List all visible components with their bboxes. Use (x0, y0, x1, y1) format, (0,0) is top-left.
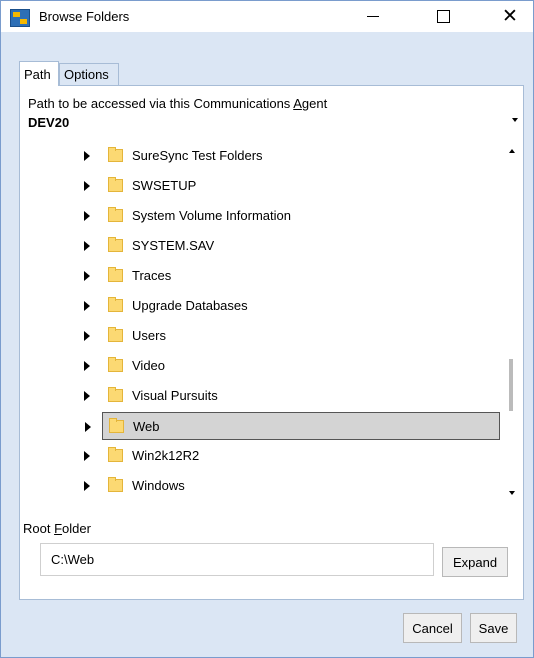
expand-arrow-icon[interactable] (85, 422, 91, 432)
path-label-text: Path to be accessed via this Communicati… (28, 96, 294, 111)
tree-row[interactable]: Web (85, 412, 500, 440)
root-folder-label-text-end: older (62, 521, 91, 536)
expand-arrow-icon[interactable] (84, 211, 90, 221)
path-label-text-end: gent (301, 96, 328, 111)
tree-row-label: SYSTEM.SAV (132, 238, 215, 253)
expand-button[interactable]: Expand (442, 547, 508, 577)
tree-row-label: System Volume Information (132, 208, 291, 223)
tree-row-label: Visual Pursuits (132, 388, 218, 403)
folder-icon (108, 327, 123, 342)
tree-row[interactable]: SureSync Test Folders (84, 142, 500, 170)
save-button[interactable]: Save (470, 613, 517, 643)
expand-arrow-icon[interactable] (84, 481, 90, 491)
folder-icon (108, 387, 123, 402)
minimize-icon (367, 16, 379, 17)
tree-row-label: Video (132, 358, 166, 373)
expand-arrow-icon[interactable] (84, 151, 90, 161)
folder-icon (108, 447, 123, 462)
close-button[interactable]: ✕ (487, 1, 533, 32)
tree-row[interactable]: Video (84, 352, 500, 380)
folder-icon (108, 267, 123, 282)
root-folder-value: C:\Web (51, 552, 95, 567)
folder-tree[interactable]: SureSync Test Folders SWSETUP System Volum… (24, 138, 521, 508)
tree-row[interactable]: Windows (84, 472, 500, 500)
tree-row[interactable]: Win2k12R2 (84, 442, 500, 470)
tree-row-label: Windows (132, 478, 185, 493)
tree-row[interactable]: Traces (84, 262, 500, 290)
root-folder-label-text: Root (23, 521, 55, 536)
tree-row-label: SureSync Test Folders (132, 148, 263, 163)
maximize-button[interactable] (420, 1, 466, 32)
folder-icon (108, 477, 123, 492)
agent-select-value: DEV20 (28, 115, 70, 130)
folder-icon (108, 357, 123, 372)
tree-row-label: SWSETUP (132, 178, 197, 193)
tree-row-label: Web (133, 419, 160, 434)
chevron-down-icon[interactable] (512, 118, 518, 122)
minimize-button[interactable] (350, 1, 396, 32)
expand-arrow-icon[interactable] (84, 181, 90, 191)
tab-path[interactable]: Path (19, 61, 59, 86)
root-folder-input[interactable]: C:\Web (40, 543, 434, 576)
folder-icon (108, 237, 123, 252)
expand-arrow-icon[interactable] (84, 391, 90, 401)
app-icon (10, 9, 30, 27)
agent-select[interactable]: DEV20 (24, 114, 521, 132)
tree-row-label: Traces (132, 268, 172, 283)
tree-row[interactable]: Users (84, 322, 500, 350)
tree-row-label: Win2k12R2 (132, 448, 200, 463)
window-title: Browse Folders (39, 9, 130, 24)
maximize-icon (436, 10, 450, 23)
browse-folders-window: Browse Folders ✕ Path Options Path to be… (0, 0, 534, 658)
path-label-accesskey: A (293, 96, 302, 111)
path-tab-panel: Path to be accessed via this Communicati… (19, 85, 524, 600)
tree-row[interactable]: SWSETUP (84, 172, 500, 200)
tree-row[interactable]: Upgrade Databases (84, 292, 500, 320)
cancel-button[interactable]: Cancel (403, 613, 462, 643)
tree-row[interactable]: Visual Pursuits (84, 382, 500, 410)
expand-arrow-icon[interactable] (84, 451, 90, 461)
tree-row-label: Upgrade Databases (132, 298, 248, 313)
close-icon: ✕ (502, 6, 518, 27)
tab-options-label: Options (64, 67, 109, 82)
scroll-up-arrow-icon[interactable] (509, 149, 515, 153)
expand-arrow-icon[interactable] (84, 301, 90, 311)
scroll-down-arrow-icon[interactable] (509, 491, 515, 495)
folder-icon (108, 297, 123, 312)
expand-arrow-icon[interactable] (84, 271, 90, 281)
expand-arrow-icon[interactable] (84, 241, 90, 251)
tab-options[interactable]: Options (59, 63, 119, 85)
expand-arrow-icon[interactable] (84, 361, 90, 371)
folder-icon (108, 147, 123, 162)
tree-row-label: Users (132, 328, 166, 343)
tree-scrollbar-thumb[interactable] (509, 359, 513, 411)
root-folder-label: Root Folder (23, 521, 91, 536)
path-label: Path to be accessed via this Communicati… (28, 96, 327, 111)
root-folder-label-accesskey: F (54, 521, 63, 536)
tab-path-label: Path (24, 66, 51, 82)
tree-row[interactable]: SYSTEM.SAV (84, 232, 500, 260)
folder-icon (108, 207, 123, 222)
tree-row[interactable]: System Volume Information (84, 202, 500, 230)
folder-icon (109, 418, 124, 433)
folder-icon (108, 177, 123, 192)
expand-arrow-icon[interactable] (84, 331, 90, 341)
title-bar[interactable]: Browse Folders ✕ (1, 1, 533, 32)
